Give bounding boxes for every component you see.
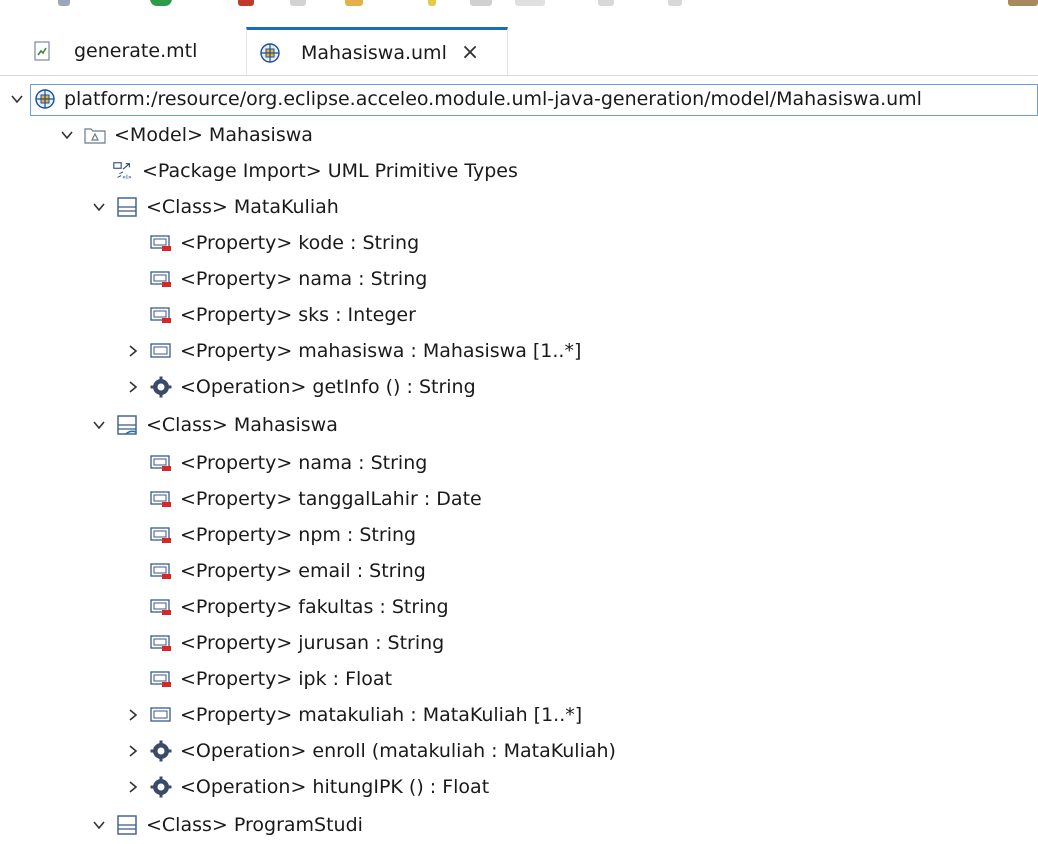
tree-item-property[interactable]: <Property> npm : String: [150, 518, 416, 552]
gear-icon: [150, 776, 172, 798]
property-label: <Property> nama : String: [180, 268, 428, 290]
chevron-right-icon[interactable]: [124, 334, 142, 368]
tab-label: Mahasiswa.uml: [301, 41, 447, 64]
gear-icon: [150, 740, 172, 762]
tree-item-operation[interactable]: <Operation> hitungIPK () : Float: [124, 770, 489, 804]
property-label: <Property> kode : String: [180, 232, 420, 254]
toolbar-icon[interactable]: [668, 0, 682, 6]
svg-text:«I»: «I»: [122, 173, 132, 181]
chevron-down-icon[interactable]: [58, 118, 76, 152]
chevron-right-icon[interactable]: [124, 698, 142, 732]
property-label: <Property> nama : String: [180, 452, 428, 474]
model-icon: [84, 124, 106, 146]
tree-item-class-programstudi[interactable]: <Class> ProgramStudi: [90, 808, 363, 842]
association-property-icon: [150, 340, 172, 362]
tree-item-property[interactable]: <Property> ipk : Float: [150, 662, 392, 696]
uml-file-icon: [259, 42, 281, 64]
tab-generate-mtl[interactable]: generate.mtl: [20, 28, 235, 74]
class-icon: [116, 196, 138, 218]
operation-label: <Operation> getInfo () : String: [180, 376, 476, 398]
property-icon: [150, 668, 172, 690]
toolbar-icon[interactable]: [58, 0, 70, 6]
tree-item-operation[interactable]: <Operation> getInfo () : String: [124, 370, 476, 404]
toolbar-icon[interactable]: [515, 0, 545, 6]
toolbar-strip: [0, 0, 1038, 22]
property-label: <Property> jurusan : String: [180, 632, 445, 654]
operation-label: <Operation> enroll (matakuliah : MataKul…: [180, 740, 616, 762]
toolbar-icon[interactable]: [290, 0, 306, 6]
property-label: <Property> matakuliah : MataKuliah [1..*…: [180, 704, 583, 726]
property-label: <Property> email : String: [180, 560, 426, 582]
property-label: <Property> sks : Integer: [180, 304, 416, 326]
tab-label: generate.mtl: [74, 40, 198, 62]
tree-item-resource-label[interactable]: platform:/resource/org.eclipse.acceleo.m…: [8, 82, 922, 116]
property-icon: [150, 560, 172, 582]
toolbar-icon[interactable]: [1008, 0, 1038, 6]
chevron-down-icon[interactable]: [90, 190, 108, 224]
property-icon: [150, 232, 172, 254]
tree-item-class-matakuliah[interactable]: <Class> MataKuliah: [90, 190, 339, 224]
chevron-down-icon[interactable]: [8, 82, 26, 116]
uml-resource-icon: [34, 88, 56, 110]
property-icon: [150, 524, 172, 546]
tree-item-property-association[interactable]: <Property> matakuliah : MataKuliah [1..*…: [124, 698, 582, 732]
tree-item-property[interactable]: <Property> email : String: [150, 554, 426, 588]
toolbar-icon[interactable]: [428, 0, 436, 6]
property-icon: [150, 452, 172, 474]
tree-item-property[interactable]: <Property> tanggalLahir : Date: [150, 482, 482, 516]
tree-item-property[interactable]: <Property> nama : String: [150, 262, 427, 296]
chevron-right-icon[interactable]: [124, 734, 142, 768]
toolbar-icon[interactable]: [598, 0, 614, 6]
package-import-icon: «I»: [112, 160, 134, 182]
property-label: <Property> ipk : Float: [180, 668, 393, 690]
chevron-down-icon[interactable]: [90, 408, 108, 442]
tree-item-property-association[interactable]: <Property> mahasiswa : Mahasiswa [1..*]: [124, 334, 581, 368]
tree-item-property[interactable]: <Property> fakultas : String: [150, 590, 449, 624]
property-icon: [150, 488, 172, 510]
property-label: <Property> tanggalLahir : Date: [180, 488, 482, 510]
resource-uri: platform:/resource/org.eclipse.acceleo.m…: [64, 88, 922, 110]
model-label: <Model> Mahasiswa: [114, 124, 313, 146]
property-icon: [150, 596, 172, 618]
tab-mahasiswa-uml[interactable]: Mahasiswa.uml ×: [246, 27, 508, 75]
chevron-down-icon[interactable]: [90, 808, 108, 842]
gear-icon: [150, 376, 172, 398]
property-label: <Property> mahasiswa : Mahasiswa [1..*]: [180, 340, 582, 362]
class-label: <Class> MataKuliah: [146, 196, 339, 218]
toolbar-icon[interactable]: [470, 0, 492, 6]
chevron-right-icon[interactable]: [124, 370, 142, 404]
tree-item-property[interactable]: <Property> jurusan : String: [150, 626, 444, 660]
class-icon: [116, 414, 138, 436]
chevron-right-icon[interactable]: [124, 770, 142, 804]
property-label: <Property> npm : String: [180, 524, 417, 546]
tree-item-property[interactable]: <Property> sks : Integer: [150, 298, 416, 332]
editor-tabbar: generate.mtl Mahasiswa.uml ×: [0, 22, 1038, 76]
class-label: <Class> Mahasiswa: [146, 414, 338, 436]
stop-icon[interactable]: [238, 0, 254, 6]
property-icon: [150, 268, 172, 290]
operation-label: <Operation> hitungIPK () : Float: [180, 776, 490, 798]
class-icon: [116, 814, 138, 836]
class-label: <Class> ProgramStudi: [146, 814, 363, 836]
tree-item-model[interactable]: <Model> Mahasiswa: [58, 118, 313, 152]
property-label: <Property> fakultas : String: [180, 596, 449, 618]
folder-icon[interactable]: [345, 0, 363, 6]
tree-item-operation[interactable]: <Operation> enroll (matakuliah : MataKul…: [124, 734, 616, 768]
run-icon[interactable]: [150, 0, 172, 6]
mtl-file-icon: [32, 40, 54, 62]
tree-item-class-mahasiswa[interactable]: <Class> Mahasiswa: [90, 408, 338, 442]
tree-item-package-import[interactable]: «I» <Package Import> UML Primitive Types: [112, 154, 518, 188]
tree-item-property[interactable]: <Property> nama : String: [150, 446, 427, 480]
package-import-label: <Package Import> UML Primitive Types: [142, 160, 518, 182]
property-icon: [150, 304, 172, 326]
property-icon: [150, 632, 172, 654]
tree-item-property[interactable]: <Property> kode : String: [150, 226, 419, 260]
close-icon[interactable]: ×: [461, 41, 479, 64]
association-property-icon: [150, 704, 172, 726]
